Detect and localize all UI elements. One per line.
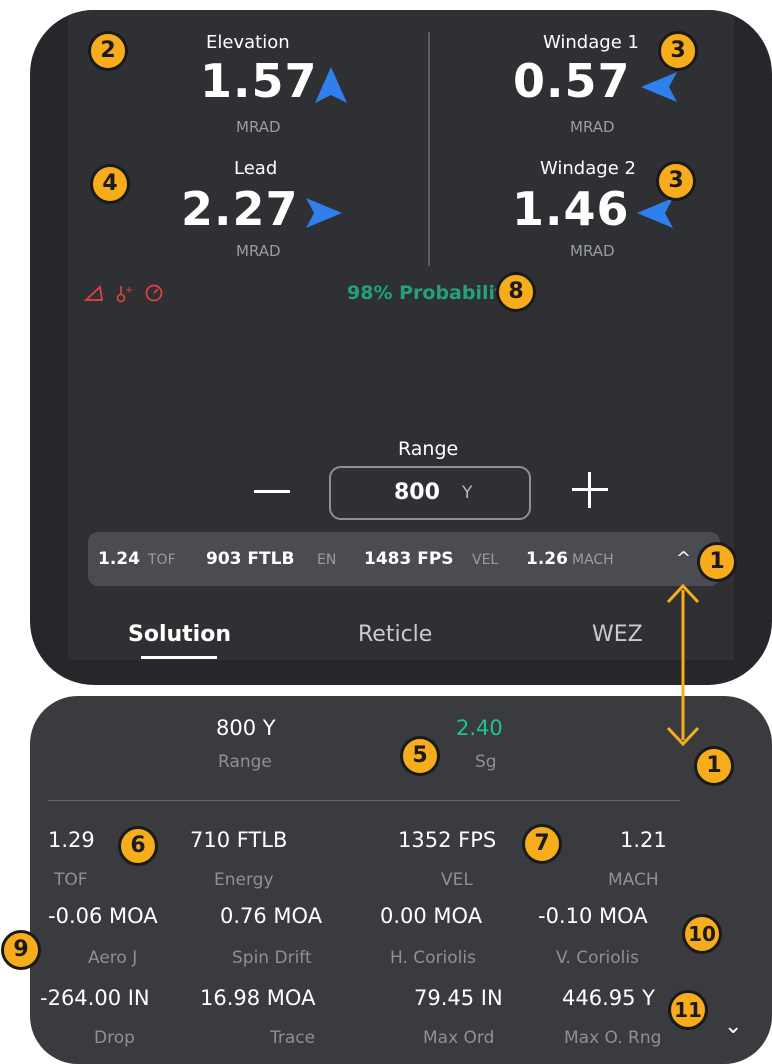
detail-tof-label: TOF	[54, 870, 88, 890]
collapse-chevron-icon[interactable]: ⌄	[724, 1014, 742, 1039]
callout-badge-1b: 1	[694, 746, 734, 786]
callout-badge-1: 1	[697, 542, 737, 582]
summary-mach-unit: MACH	[572, 552, 614, 568]
windage1-value: 0.57	[513, 54, 631, 108]
range-label: Range	[398, 438, 459, 460]
windage1-unit: MRAD	[570, 118, 615, 136]
detail-hcoriolis-value: 0.00 MOA	[380, 904, 483, 928]
callout-badge-9: 9	[1, 930, 41, 970]
detail-energy-label: Energy	[214, 870, 274, 890]
detail-aeroj-label: Aero J	[88, 948, 138, 968]
callout-badge-6: 6	[118, 826, 158, 866]
detail-spindrift-label: Spin Drift	[232, 948, 312, 968]
summary-tof-unit: TOF	[148, 552, 176, 568]
callout-badge-11: 11	[668, 990, 708, 1030]
summary-mach-value: 1.26	[526, 549, 568, 569]
ballistics-summary-bar[interactable]: 1.24 TOF 903 FTLB EN 1483 FPS VEL 1.26 M…	[88, 532, 720, 586]
summary-velocity-unit: VEL	[472, 552, 499, 568]
detail-energy-value: 710 FTLB	[190, 828, 288, 852]
callout-badge-5: 5	[400, 736, 440, 776]
range-increment-button[interactable]	[572, 472, 608, 508]
callout-badge-3b: 3	[656, 161, 696, 201]
windage2-unit: MRAD	[570, 242, 615, 260]
summary-velocity-value: 1483 FPS	[364, 549, 454, 569]
detail-hcoriolis-label: H. Coriolis	[390, 948, 476, 968]
callout-badge-8: 8	[496, 272, 536, 312]
range-input[interactable]: 800 Y	[329, 466, 531, 520]
range-decrement-button[interactable]	[254, 490, 290, 493]
lead-unit: MRAD	[236, 242, 281, 260]
detail-aeroj-value: -0.06 MOA	[48, 904, 158, 928]
windage1-left-arrow-icon	[641, 72, 677, 102]
detail-trace-value: 16.98 MOA	[200, 986, 316, 1010]
elevation-up-arrow-icon	[315, 67, 347, 103]
detail-maxorng-label: Max O. Rng	[564, 1028, 662, 1048]
detail-mach-value: 1.21	[620, 828, 667, 852]
detail-range-value: 800 Y	[216, 716, 276, 740]
detail-vcoriolis-label: V. Coriolis	[556, 948, 639, 968]
summary-energy-value: 903 FTLB	[206, 549, 295, 569]
elevation-unit: MRAD	[236, 118, 281, 136]
detail-velocity-value: 1352 FPS	[398, 828, 497, 852]
detail-range-label: Range	[218, 752, 272, 772]
lead-value: 2.27	[181, 182, 299, 236]
callout-badge-4: 4	[90, 164, 130, 204]
windage1-label: Windage 1	[543, 32, 639, 53]
elevation-value: 1.57	[200, 54, 318, 108]
callout-badge-10: 10	[682, 914, 722, 954]
windage2-left-arrow-icon	[637, 198, 673, 228]
detail-trace-label: Trace	[270, 1028, 316, 1048]
tab-active-indicator	[141, 656, 217, 659]
windage2-value: 1.46	[512, 182, 630, 236]
column-divider	[428, 32, 430, 266]
expand-connector-arrow-icon	[666, 583, 700, 747]
detail-vcoriolis-value: -0.10 MOA	[538, 904, 648, 928]
lead-right-arrow-icon	[306, 198, 342, 228]
detail-drop-value: -264.00 IN	[40, 986, 150, 1010]
speed-warning-icon[interactable]	[144, 283, 164, 303]
detail-maxord-label: Max Ord	[423, 1028, 495, 1048]
detail-mach-label: MACH	[608, 870, 659, 890]
callout-badge-3: 3	[658, 31, 698, 71]
callout-badge-2: 2	[88, 31, 128, 71]
tab-reticle[interactable]: Reticle	[358, 622, 432, 647]
detail-spindrift-value: 0.76 MOA	[220, 904, 323, 928]
detail-drop-label: Drop	[94, 1028, 135, 1048]
summary-energy-unit: EN	[317, 552, 337, 568]
detail-maxorng-value: 446.95 Y	[562, 986, 655, 1010]
tab-wez[interactable]: WEZ	[592, 622, 643, 647]
svg-text:+: +	[125, 285, 133, 296]
probability-text: 98% Probability	[347, 282, 517, 304]
angle-warning-icon[interactable]	[84, 284, 104, 302]
lead-label: Lead	[234, 158, 278, 179]
windage2-label: Windage 2	[540, 158, 636, 179]
detail-sg-label: Sg	[475, 752, 497, 772]
detail-sg-value: 2.40	[456, 716, 503, 740]
expand-chevron-icon[interactable]: ^	[676, 548, 691, 569]
summary-tof-value: 1.24	[98, 549, 140, 569]
temperature-warning-icon[interactable]: +	[114, 282, 134, 304]
detail-velocity-label: VEL	[441, 870, 473, 890]
tab-solution[interactable]: Solution	[128, 622, 231, 647]
detail-tof-value: 1.29	[48, 828, 95, 852]
range-value: 800	[394, 480, 440, 505]
callout-badge-7: 7	[522, 824, 562, 864]
range-unit: Y	[462, 483, 473, 503]
detail-divider	[48, 800, 680, 801]
elevation-label: Elevation	[206, 32, 290, 53]
detail-maxord-value: 79.45 IN	[414, 986, 503, 1010]
